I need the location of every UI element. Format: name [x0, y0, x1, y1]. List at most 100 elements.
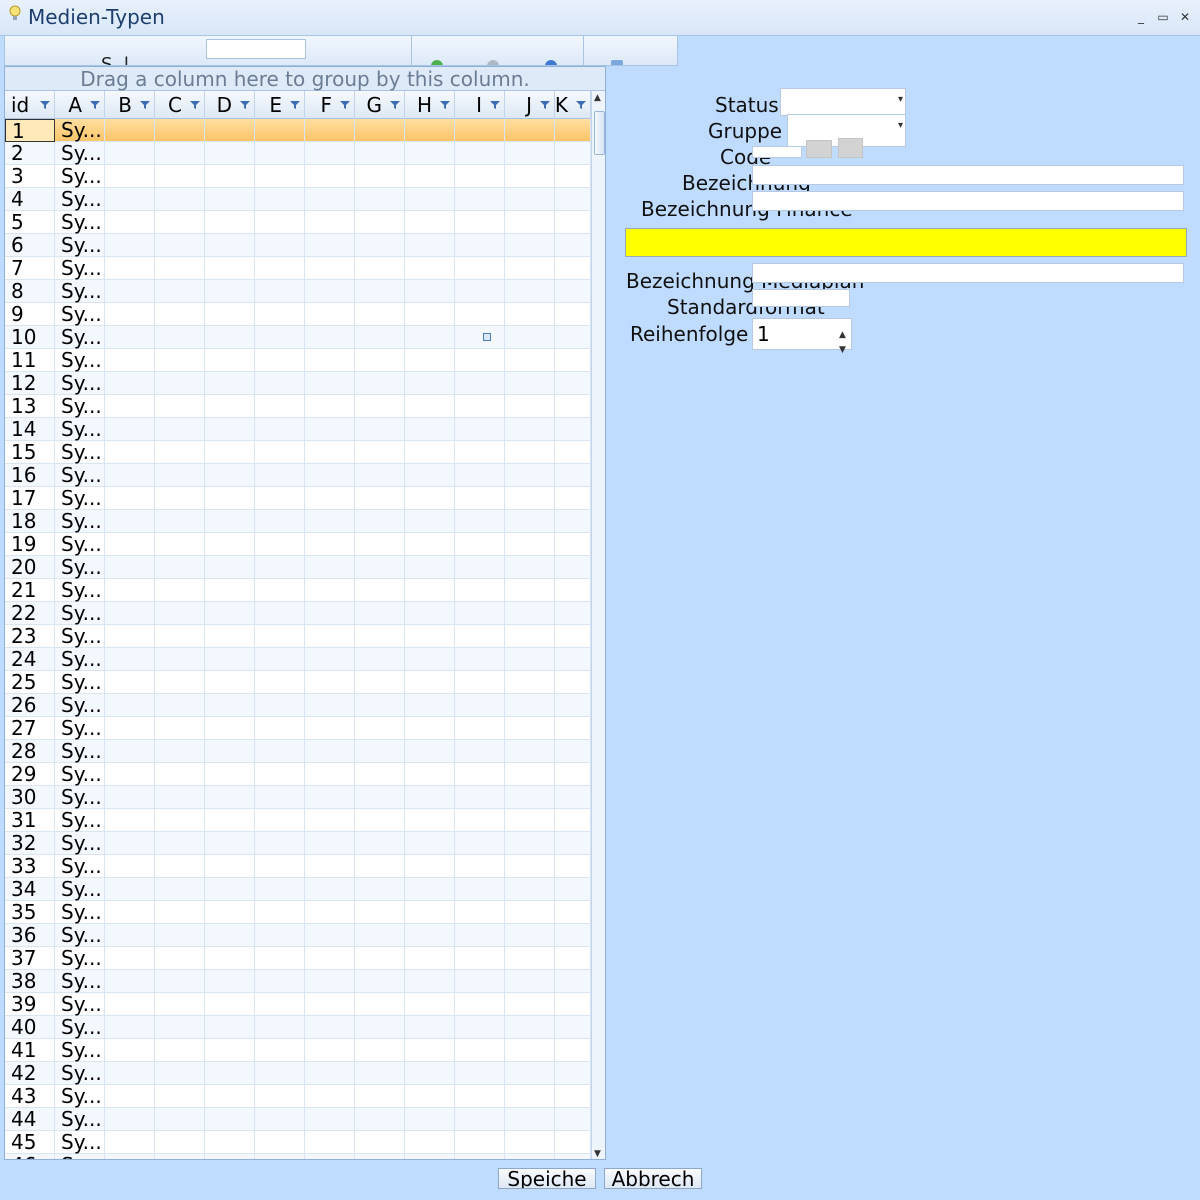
table-cell[interactable]: [155, 993, 205, 1016]
table-cell[interactable]: [455, 901, 505, 924]
table-cell[interactable]: [155, 947, 205, 970]
table-cell[interactable]: [305, 602, 355, 625]
table-cell[interactable]: [155, 717, 205, 740]
cell-id[interactable]: 39: [5, 993, 55, 1016]
table-row[interactable]: 17 Sy...: [5, 487, 591, 510]
table-cell[interactable]: [455, 510, 505, 533]
table-cell[interactable]: [355, 625, 405, 648]
reihenfolge-stepper[interactable]: 1 ▲ ▼: [752, 318, 852, 355]
table-cell[interactable]: [255, 418, 305, 441]
table-row[interactable]: 39 Sy...: [5, 993, 591, 1016]
table-row[interactable]: 38 Sy...: [5, 970, 591, 993]
cell-a[interactable]: Sy...: [55, 234, 105, 257]
table-cell[interactable]: [505, 234, 555, 257]
code-button-2[interactable]: [838, 138, 863, 158]
table-cell[interactable]: [405, 970, 455, 993]
table-cell[interactable]: [555, 280, 591, 303]
table-cell[interactable]: [455, 1016, 505, 1039]
table-row[interactable]: 5 Sy...: [5, 211, 591, 234]
table-cell[interactable]: [555, 533, 591, 556]
table-cell[interactable]: [255, 188, 305, 211]
table-cell[interactable]: [155, 809, 205, 832]
table-cell[interactable]: [155, 1039, 205, 1062]
table-cell[interactable]: [255, 648, 305, 671]
table-row[interactable]: 22 Sy...: [5, 602, 591, 625]
table-cell[interactable]: [205, 993, 255, 1016]
cell-a[interactable]: Sy...: [55, 947, 105, 970]
table-cell[interactable]: [155, 211, 205, 234]
table-cell[interactable]: [255, 211, 305, 234]
table-cell[interactable]: [405, 625, 455, 648]
table-cell[interactable]: [205, 326, 255, 349]
table-cell[interactable]: [555, 1039, 591, 1062]
table-cell[interactable]: [405, 280, 455, 303]
table-cell[interactable]: [255, 786, 305, 809]
cell-a[interactable]: Sy...: [55, 349, 105, 372]
table-cell[interactable]: [505, 1039, 555, 1062]
filter-icon[interactable]: [190, 100, 200, 110]
table-cell[interactable]: [205, 602, 255, 625]
cell-id[interactable]: 34: [5, 878, 55, 901]
table-cell[interactable]: [105, 326, 155, 349]
table-cell[interactable]: [105, 602, 155, 625]
table-cell[interactable]: [255, 717, 305, 740]
table-row[interactable]: 20 Sy...: [5, 556, 591, 579]
table-cell[interactable]: [205, 464, 255, 487]
table-row[interactable]: 9 Sy...: [5, 303, 591, 326]
table-cell[interactable]: [355, 280, 405, 303]
cell-id[interactable]: 20: [5, 556, 55, 579]
table-cell[interactable]: [405, 395, 455, 418]
table-cell[interactable]: [405, 740, 455, 763]
table-cell[interactable]: [555, 303, 591, 326]
scroll-up-icon[interactable]: ▲: [594, 93, 601, 103]
table-cell[interactable]: [305, 717, 355, 740]
table-cell[interactable]: [555, 648, 591, 671]
table-cell[interactable]: [105, 441, 155, 464]
table-cell[interactable]: [455, 1085, 505, 1108]
table-cell[interactable]: [405, 234, 455, 257]
filter-icon[interactable]: [390, 100, 400, 110]
table-cell[interactable]: [155, 510, 205, 533]
table-cell[interactable]: [105, 211, 155, 234]
table-cell[interactable]: [255, 671, 305, 694]
cell-a[interactable]: Sy...: [55, 418, 105, 441]
table-cell[interactable]: [555, 119, 591, 142]
table-cell[interactable]: [355, 1131, 405, 1154]
table-cell[interactable]: [255, 1154, 305, 1159]
table-cell[interactable]: [505, 924, 555, 947]
table-cell[interactable]: [355, 878, 405, 901]
table-cell[interactable]: [355, 970, 405, 993]
scrollbar-thumb[interactable]: [594, 111, 605, 155]
table-cell[interactable]: [105, 786, 155, 809]
close-button[interactable]: ✕: [1176, 8, 1194, 26]
table-cell[interactable]: [555, 211, 591, 234]
table-cell[interactable]: [305, 234, 355, 257]
stepper-down-icon[interactable]: ▼: [839, 335, 846, 365]
table-cell[interactable]: [255, 441, 305, 464]
table-cell[interactable]: [305, 740, 355, 763]
table-cell[interactable]: [155, 740, 205, 763]
table-cell[interactable]: [205, 625, 255, 648]
table-cell[interactable]: [455, 924, 505, 947]
table-cell[interactable]: [105, 1062, 155, 1085]
table-cell[interactable]: [505, 717, 555, 740]
cell-a[interactable]: Sy...: [55, 671, 105, 694]
table-cell[interactable]: [305, 1016, 355, 1039]
cell-a[interactable]: Sy...: [55, 717, 105, 740]
table-cell[interactable]: [355, 809, 405, 832]
cell-id[interactable]: 14: [5, 418, 55, 441]
table-cell[interactable]: [205, 740, 255, 763]
table-cell[interactable]: [305, 1085, 355, 1108]
cell-id[interactable]: 24: [5, 648, 55, 671]
table-cell[interactable]: [505, 1085, 555, 1108]
table-cell[interactable]: [455, 441, 505, 464]
table-cell[interactable]: [405, 119, 455, 142]
cell-id[interactable]: 8: [5, 280, 55, 303]
cell-a[interactable]: Sy...: [55, 579, 105, 602]
table-cell[interactable]: [355, 533, 405, 556]
table-cell[interactable]: [355, 510, 405, 533]
table-cell[interactable]: [305, 1062, 355, 1085]
cell-a[interactable]: Sy...: [55, 142, 105, 165]
table-cell[interactable]: [555, 579, 591, 602]
table-cell[interactable]: [505, 303, 555, 326]
